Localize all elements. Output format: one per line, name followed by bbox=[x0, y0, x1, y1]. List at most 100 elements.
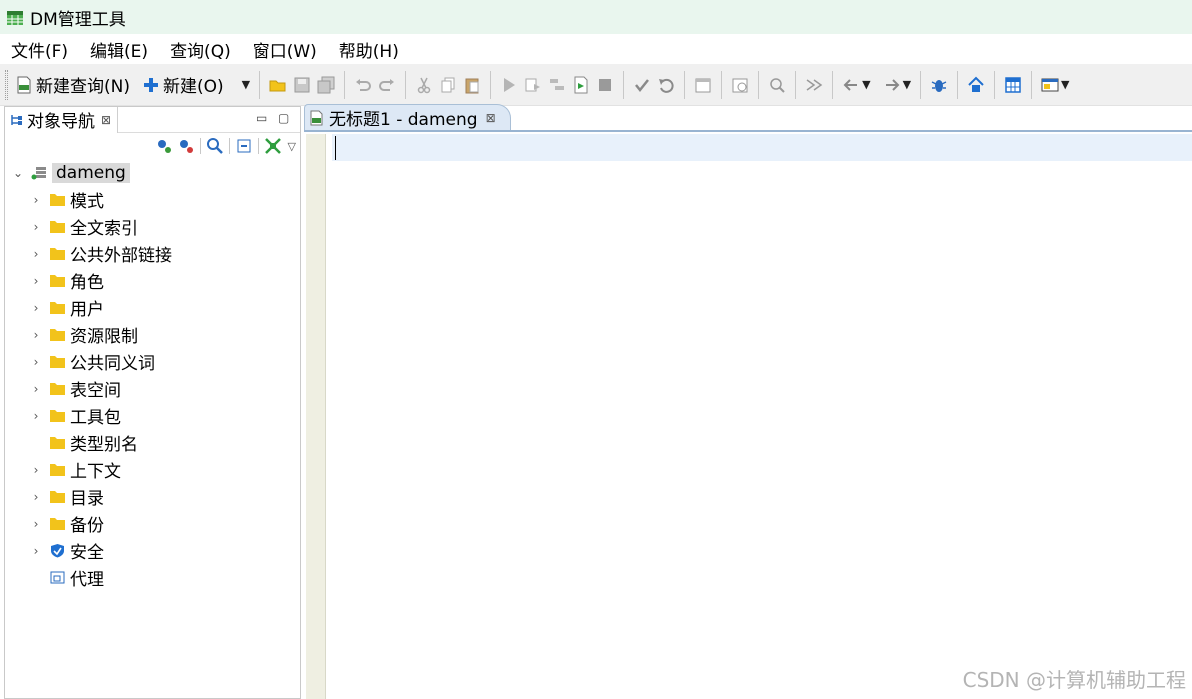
chevron-right-icon[interactable]: › bbox=[29, 247, 43, 261]
tab-object-navigator[interactable]: 对象导航 ⊠ bbox=[5, 106, 119, 133]
tree-item-label: 表空间 bbox=[70, 381, 121, 401]
execute-button[interactable] bbox=[497, 70, 521, 100]
schedule-button[interactable] bbox=[691, 70, 715, 100]
save-all-icon bbox=[317, 76, 335, 93]
chevron-right-icon[interactable]: › bbox=[29, 355, 43, 369]
copy-button[interactable] bbox=[436, 70, 460, 100]
text-caret bbox=[335, 136, 336, 160]
chevron-right-icon[interactable]: › bbox=[29, 301, 43, 315]
close-icon[interactable]: ⊠ bbox=[486, 111, 496, 125]
tree-item[interactable]: › 角色 bbox=[5, 267, 300, 294]
sql-editor[interactable] bbox=[332, 161, 1192, 699]
chevron-right-icon[interactable]: › bbox=[29, 193, 43, 207]
chevron-right-icon[interactable]: › bbox=[29, 274, 43, 288]
tree-item[interactable]: 代理 bbox=[5, 564, 300, 591]
perspective-button[interactable]: ▼ bbox=[1038, 70, 1072, 100]
menu-file[interactable]: 文件(F) bbox=[0, 37, 79, 62]
cut-button[interactable] bbox=[412, 70, 436, 100]
tree-item[interactable]: › 资源限制 bbox=[5, 321, 300, 348]
menu-edit[interactable]: 编辑(E) bbox=[79, 37, 159, 62]
tree-item-label: 用户 bbox=[70, 300, 104, 320]
redo-button[interactable] bbox=[375, 70, 399, 100]
new-button[interactable]: 新建(O) bbox=[139, 70, 227, 100]
forward-button[interactable]: ▼ bbox=[880, 70, 914, 100]
tree-item[interactable]: › 表空间 bbox=[5, 375, 300, 402]
toolbar-grip[interactable] bbox=[5, 69, 8, 100]
table-button[interactable] bbox=[1001, 70, 1025, 100]
back-button[interactable]: ▼ bbox=[839, 70, 873, 100]
folder-icon bbox=[50, 437, 65, 449]
view-menu-icon[interactable]: ▽ bbox=[288, 140, 296, 153]
save-all-button[interactable] bbox=[314, 70, 338, 100]
tree-item-label: 角色 bbox=[70, 273, 104, 293]
commit-button[interactable] bbox=[630, 70, 654, 100]
tree-item[interactable]: › 目录 bbox=[5, 483, 300, 510]
chevron-right-icon[interactable]: › bbox=[29, 220, 43, 234]
toolbar-separator bbox=[832, 70, 834, 99]
save-button[interactable] bbox=[290, 70, 314, 100]
chevron-right-icon[interactable]: › bbox=[29, 409, 43, 423]
chevron-right-icon[interactable]: › bbox=[29, 517, 43, 531]
new-query-button[interactable]: 新建查询(N) bbox=[12, 70, 133, 100]
debug-button[interactable] bbox=[927, 70, 951, 100]
check-icon bbox=[635, 78, 650, 92]
search-icon[interactable] bbox=[206, 137, 224, 155]
step-button[interactable] bbox=[802, 70, 826, 100]
folder-icon bbox=[50, 464, 65, 476]
tree-item[interactable]: 类型别名 bbox=[5, 429, 300, 456]
save-icon bbox=[294, 77, 310, 92]
execute-plan-button[interactable] bbox=[545, 70, 569, 100]
minimize-icon[interactable]: ▭ bbox=[256, 111, 267, 125]
tree-item-label: 备份 bbox=[70, 516, 104, 536]
schedule-list-button[interactable] bbox=[728, 70, 752, 100]
tree-item[interactable]: › 公共外部链接 bbox=[5, 240, 300, 267]
tree-item[interactable]: › 全文索引 bbox=[5, 213, 300, 240]
chevron-right-icon[interactable]: › bbox=[29, 490, 43, 504]
tree-item[interactable]: › 上下文 bbox=[5, 456, 300, 483]
tree-item[interactable]: › 公共同义词 bbox=[5, 348, 300, 375]
execute-line-button[interactable] bbox=[521, 70, 545, 100]
object-navigator-panel: 对象导航 ⊠ ▭ ▢ ▽ ⌄ dameng › 模式 › 全文索引 › 公共外部链接 › 角色 › 用… bbox=[4, 106, 301, 699]
disconnect-icon[interactable] bbox=[177, 137, 195, 155]
tree-item[interactable]: › 用户 bbox=[5, 294, 300, 321]
chevron-right-icon[interactable]: › bbox=[29, 463, 43, 477]
execute-line-icon bbox=[525, 78, 541, 91]
chevron-right-icon[interactable]: › bbox=[29, 382, 43, 396]
folder-icon bbox=[50, 491, 65, 503]
sql-file-icon bbox=[310, 110, 323, 125]
stop-button[interactable] bbox=[593, 70, 617, 100]
new-query-label: 新建查询(N) bbox=[36, 77, 130, 97]
rollback-button[interactable] bbox=[654, 70, 678, 100]
menu-window[interactable]: 窗口(W) bbox=[242, 37, 328, 62]
undo-button[interactable] bbox=[351, 70, 375, 100]
new-dropdown-button[interactable]: ▼ bbox=[237, 70, 253, 100]
tree-item[interactable]: › 安全 bbox=[5, 537, 300, 564]
tree-root-dameng[interactable]: ⌄ dameng bbox=[5, 159, 300, 186]
paste-button[interactable] bbox=[460, 70, 484, 100]
play-icon bbox=[504, 77, 516, 92]
chevron-right-icon[interactable]: › bbox=[29, 544, 43, 558]
tab-untitled-query[interactable]: 无标题1 - dameng ⊠ bbox=[304, 104, 511, 130]
toolbar-separator bbox=[490, 70, 492, 99]
maximize-icon[interactable]: ▢ bbox=[278, 111, 289, 125]
plan-icon bbox=[550, 78, 565, 90]
open-button[interactable] bbox=[266, 70, 290, 100]
run-script-button[interactable] bbox=[569, 70, 593, 100]
menu-help[interactable]: 帮助(H) bbox=[328, 37, 410, 62]
toolbar-separator bbox=[623, 70, 625, 99]
tree-item[interactable]: › 备份 bbox=[5, 510, 300, 537]
tree-item[interactable]: › 模式 bbox=[5, 186, 300, 213]
debug-trace-button[interactable] bbox=[765, 70, 789, 100]
menu-query[interactable]: 查询(Q) bbox=[159, 37, 242, 62]
expand-icon[interactable] bbox=[264, 137, 282, 155]
close-icon[interactable]: ⊠ bbox=[101, 113, 111, 127]
connect-icon[interactable] bbox=[155, 137, 173, 155]
home-button[interactable] bbox=[964, 70, 988, 100]
paste-icon bbox=[465, 78, 479, 93]
collapse-all-icon[interactable] bbox=[235, 137, 253, 155]
tree-item[interactable]: › 工具包 bbox=[5, 402, 300, 429]
chevron-down-icon: ▼ bbox=[241, 78, 251, 91]
tree-item-label: 安全 bbox=[70, 543, 104, 563]
chevron-down-icon[interactable]: ⌄ bbox=[11, 166, 25, 180]
chevron-right-icon[interactable]: › bbox=[29, 328, 43, 342]
